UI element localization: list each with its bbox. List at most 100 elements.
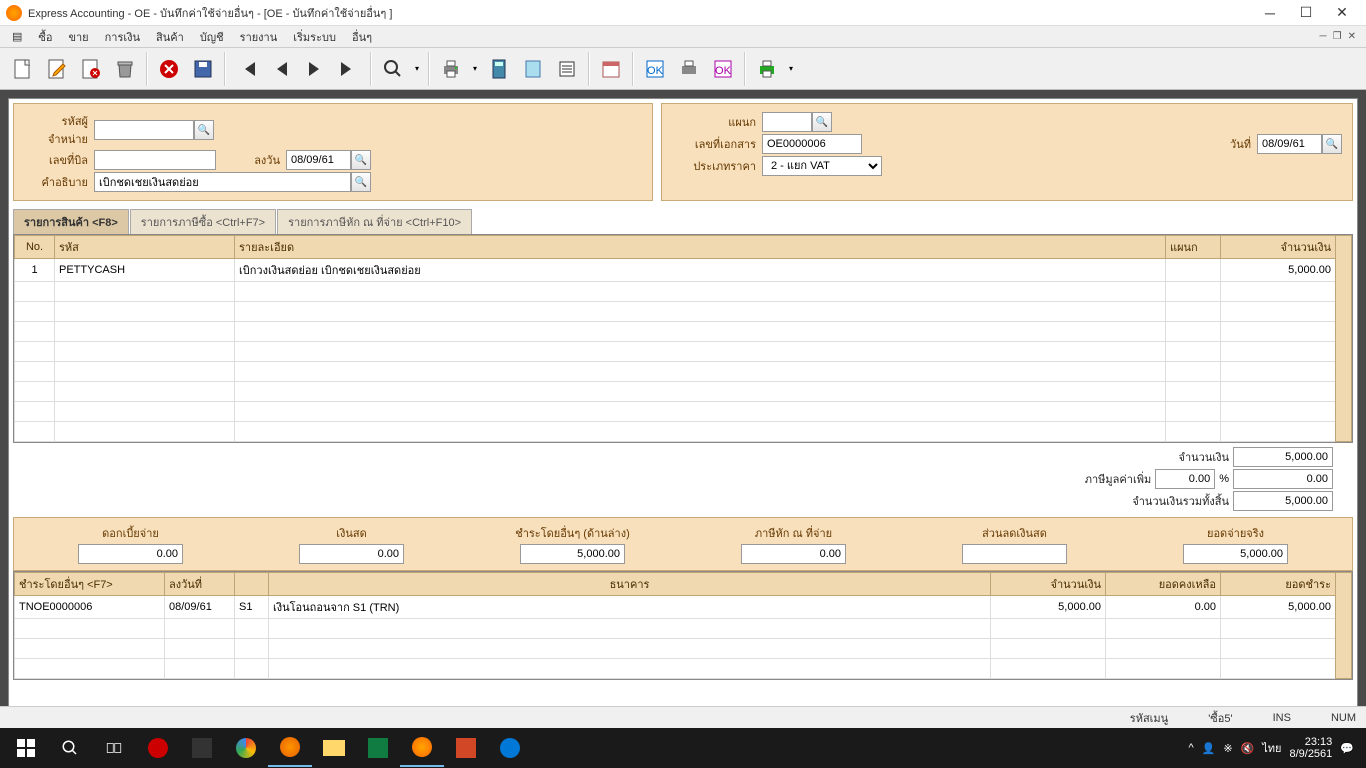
tray-volume-icon[interactable]: 🔇	[1241, 742, 1255, 755]
netpay-input[interactable]	[1183, 544, 1288, 564]
table-row[interactable]: 1 PETTYCASH เบิกวงเงินสดย่อย เบิกชดเชยเง…	[15, 259, 1352, 282]
col-no[interactable]: No.	[15, 236, 55, 259]
docdate-lookup-icon[interactable]: 🔍	[1322, 134, 1342, 154]
table-row[interactable]	[15, 402, 1352, 422]
mdi-system-icon[interactable]: ▤	[4, 28, 30, 45]
menu-item-4[interactable]: บัญชี	[192, 26, 232, 48]
table-row[interactable]: TNOE0000006 08/09/61 S1 เงินโอนถอนจาก S1…	[15, 596, 1352, 619]
tab-wht[interactable]: รายการภาษีหัก ณ ที่จ่าย <Ctrl+F10>	[277, 209, 472, 234]
taskbar-app-explorer[interactable]	[312, 729, 356, 767]
cell-dept[interactable]	[1166, 259, 1221, 282]
note-button[interactable]	[518, 52, 548, 86]
taskbar-app-1[interactable]	[136, 729, 180, 767]
wht-input[interactable]	[741, 544, 846, 564]
table-row[interactable]	[15, 322, 1352, 342]
pcol-pay[interactable]: ยอดชำระ	[1221, 573, 1336, 596]
menu-item-6[interactable]: เริ่มระบบ	[285, 26, 344, 48]
tray-up-icon[interactable]: ^	[1188, 742, 1193, 754]
pcol-other[interactable]: ชำระโดยอื่นๆ <F7>	[15, 573, 165, 596]
tray-people-icon[interactable]: 👤	[1202, 742, 1216, 755]
discount-input[interactable]	[962, 544, 1067, 564]
table-row[interactable]	[15, 302, 1352, 322]
desc-lookup-icon[interactable]: 🔍	[351, 172, 371, 192]
pcol-bankshort[interactable]	[235, 573, 269, 596]
last-button[interactable]	[334, 52, 364, 86]
taskbar-app-excel[interactable]	[356, 729, 400, 767]
grid-scrollbar[interactable]	[1336, 236, 1352, 442]
new-doc-button[interactable]	[8, 52, 38, 86]
form-button[interactable]	[552, 52, 582, 86]
table-row[interactable]	[15, 659, 1352, 679]
prev-button[interactable]	[266, 52, 296, 86]
trash-button[interactable]	[110, 52, 140, 86]
taskbar-app-calc[interactable]	[180, 729, 224, 767]
table-row[interactable]	[15, 422, 1352, 442]
menu-item-2[interactable]: การเงิน	[97, 26, 148, 48]
find-dropdown-icon[interactable]: ▾	[412, 64, 422, 73]
close-button[interactable]: ✕	[1324, 2, 1360, 24]
delete-doc-button[interactable]	[76, 52, 106, 86]
desc-input[interactable]	[94, 172, 351, 192]
table-row[interactable]	[15, 619, 1352, 639]
pcol-remain[interactable]: ยอดคงเหลือ	[1106, 573, 1221, 596]
tray-notifications-icon[interactable]: 💬	[1340, 742, 1354, 755]
col-code[interactable]: รหัส	[55, 236, 235, 259]
dept-input[interactable]	[762, 112, 812, 132]
table-row[interactable]	[15, 382, 1352, 402]
col-amount[interactable]: จำนวนเงิน	[1221, 236, 1336, 259]
table-row[interactable]	[15, 342, 1352, 362]
other-below-input[interactable]	[520, 544, 625, 564]
print2-button[interactable]	[674, 52, 704, 86]
maximize-button[interactable]: ☐	[1288, 2, 1324, 24]
dept-lookup-icon[interactable]: 🔍	[812, 112, 832, 132]
interest-input[interactable]	[78, 544, 183, 564]
taskview-icon[interactable]	[92, 729, 136, 767]
taskbar-app-firefox[interactable]	[268, 729, 312, 767]
pcell-bankshort[interactable]: S1	[235, 596, 269, 619]
tab-items[interactable]: รายการสินค้า <F8>	[13, 209, 129, 234]
pricetype-select[interactable]: 2 - แยก VAT	[762, 156, 882, 176]
table-row[interactable]	[15, 639, 1352, 659]
approve2-button[interactable]: OK	[708, 52, 738, 86]
menu-item-5[interactable]: รายงาน	[232, 26, 286, 48]
calc-button[interactable]	[484, 52, 514, 86]
menu-item-3[interactable]: สินค้า	[148, 26, 192, 48]
calendar-button[interactable]	[596, 52, 626, 86]
billdate-lookup-icon[interactable]: 🔍	[351, 150, 371, 170]
search-icon[interactable]	[48, 729, 92, 767]
tray-clock[interactable]: 23:13 8/9/2561	[1289, 736, 1332, 760]
print-color-dropdown-icon[interactable]: ▾	[786, 64, 796, 73]
supplier-input[interactable]	[94, 120, 194, 140]
pcell-bank[interactable]: เงินโอนถอนจาก S1 (TRN)	[269, 596, 991, 619]
tray-bluetooth-icon[interactable]: ※	[1223, 742, 1232, 755]
approve-button[interactable]: OK	[640, 52, 670, 86]
taskbar-app-chrome[interactable]	[224, 729, 268, 767]
mdi-minimize-icon[interactable]: ─	[1318, 31, 1329, 42]
pcell-date[interactable]: 08/09/61	[165, 596, 235, 619]
find-button[interactable]	[378, 52, 408, 86]
save-button[interactable]	[188, 52, 218, 86]
mdi-close-icon[interactable]: ✕	[1346, 31, 1358, 42]
taskbar-app-edge[interactable]	[488, 729, 532, 767]
print-dropdown-icon[interactable]: ▾	[470, 64, 480, 73]
paygrid-scrollbar[interactable]	[1336, 573, 1352, 679]
col-dept[interactable]: แผนก	[1166, 236, 1221, 259]
billno-input[interactable]	[94, 150, 216, 170]
tray-lang[interactable]: ไทย	[1262, 739, 1281, 757]
table-row[interactable]	[15, 362, 1352, 382]
table-row[interactable]	[15, 282, 1352, 302]
docno-input[interactable]	[762, 134, 862, 154]
cancel-button[interactable]	[154, 52, 184, 86]
taskbar-app-express[interactable]	[400, 729, 444, 767]
menu-item-7[interactable]: อื่นๆ	[344, 26, 380, 48]
cash-input[interactable]	[299, 544, 404, 564]
pcell-other[interactable]: TNOE0000006	[15, 596, 165, 619]
pcol-amount[interactable]: จำนวนเงิน	[991, 573, 1106, 596]
pcell-amount[interactable]: 5,000.00	[991, 596, 1106, 619]
pcol-date[interactable]: ลงวันที่	[165, 573, 235, 596]
menu-item-1[interactable]: ขาย	[60, 26, 96, 48]
mdi-restore-icon[interactable]: ❐	[1331, 31, 1344, 42]
vat-pct-input[interactable]	[1155, 469, 1215, 489]
tab-vat[interactable]: รายการภาษีซื้อ <Ctrl+F7>	[130, 209, 276, 234]
start-button[interactable]	[4, 729, 48, 767]
